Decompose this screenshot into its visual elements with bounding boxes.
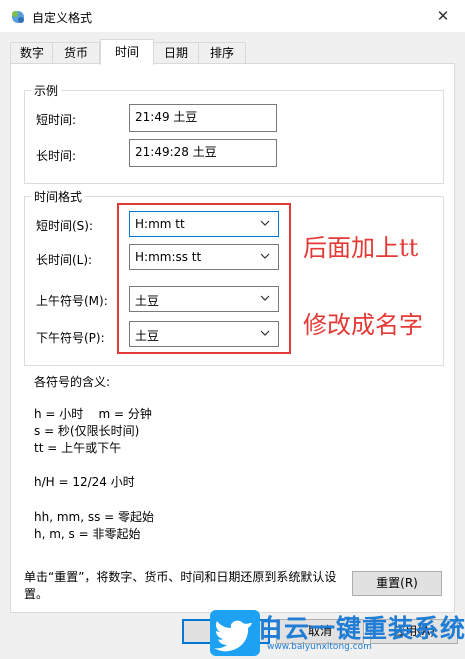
long-time-label: 长时间(L): bbox=[36, 253, 93, 267]
meanings-line: hh, mm, ss = 零起始 bbox=[34, 510, 155, 524]
example-short-value: 21:49 土豆 bbox=[129, 104, 277, 132]
example-group-title: 示例 bbox=[31, 82, 62, 99]
window-title: 自定义格式 bbox=[32, 11, 93, 25]
annotation-rename: 修改成名字 bbox=[303, 311, 423, 339]
watermark-url: www.baiyunxitong.com bbox=[267, 642, 372, 652]
annotation-add-tt: 后面加上tt bbox=[303, 234, 419, 262]
tab-time[interactable]: 时间 bbox=[100, 39, 154, 65]
bird-icon bbox=[214, 620, 252, 652]
time-format-group-title: 时间格式 bbox=[31, 188, 86, 205]
pm-symbol-label: 下午符号(P): bbox=[36, 331, 105, 345]
close-button[interactable]: ✕ bbox=[433, 6, 453, 26]
short-time-label: 短时间(S): bbox=[36, 219, 94, 233]
close-icon: ✕ bbox=[436, 7, 450, 25]
meanings-line: h/H = 12/24 小时 bbox=[34, 475, 135, 489]
meanings-line: s = 秒(仅限长时间) bbox=[34, 424, 140, 438]
meanings-title: 各符号的含义: bbox=[34, 375, 111, 389]
meanings-line: tt = 上午或下午 bbox=[34, 441, 122, 455]
example-long-label: 长时间: bbox=[36, 149, 77, 163]
title-bar: 自定义格式 ✕ bbox=[0, 0, 465, 32]
tab-date[interactable]: 日期 bbox=[152, 42, 200, 64]
reset-button[interactable]: 重置(R) bbox=[352, 571, 442, 596]
tab-sort[interactable]: 排序 bbox=[198, 42, 246, 64]
meanings-line: h, m, s = 非零起始 bbox=[34, 527, 141, 541]
meanings-line: h = 小时 m = 分钟 bbox=[34, 407, 152, 421]
watermark-text: 白云一键重装系统 bbox=[258, 614, 465, 643]
am-symbol-label: 上午符号(M): bbox=[36, 294, 108, 308]
example-long-value: 21:49:28 土豆 bbox=[129, 139, 277, 167]
tab-currency[interactable]: 货币 bbox=[52, 42, 100, 64]
reset-note: 单击“重置”，将数字、货币、时间和日期还原到系统默认设置。 bbox=[24, 570, 337, 601]
app-icon bbox=[12, 11, 24, 23]
annotation-highlight-box bbox=[117, 203, 291, 354]
tab-number[interactable]: 数字 bbox=[10, 42, 54, 64]
watermark-logo bbox=[210, 610, 260, 656]
example-short-label: 短时间: bbox=[36, 113, 77, 127]
